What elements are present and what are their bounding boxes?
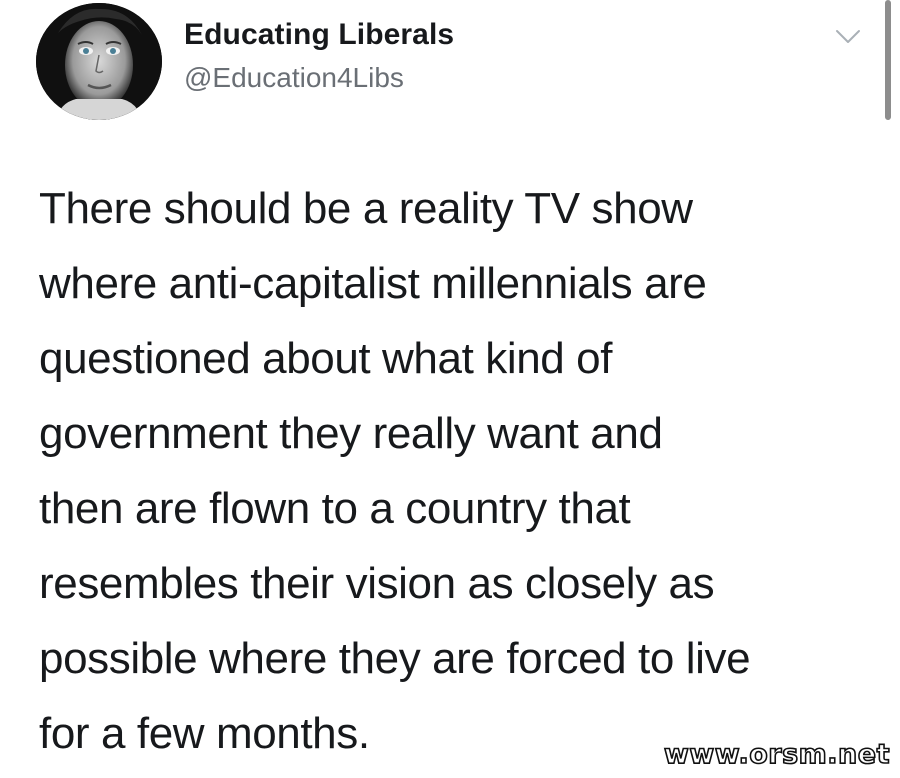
- tweet-text: There should be a reality TV show where …: [39, 171, 839, 771]
- tweet-line: government they really want and: [39, 409, 663, 458]
- tweet-line: then are flown to a country that: [39, 484, 631, 533]
- tweet-header: Educating Liberals @Education4Libs: [36, 2, 876, 122]
- tweet-line: resembles their vision as closely as: [39, 559, 715, 608]
- avatar-image: [36, 3, 162, 120]
- profile-avatar[interactable]: [36, 3, 162, 120]
- scrollbar[interactable]: [885, 0, 891, 120]
- chevron-down-icon[interactable]: [833, 24, 863, 48]
- watermark: www.orsm.net: [663, 738, 890, 771]
- tweet-line: There should be a reality TV show: [39, 184, 693, 233]
- author-display-name[interactable]: Educating Liberals: [184, 18, 454, 52]
- author-handle[interactable]: @Education4Libs: [184, 62, 454, 94]
- tweet-line: questioned about what kind of: [39, 334, 613, 383]
- author-names: Educating Liberals @Education4Libs: [184, 18, 454, 94]
- tweet-line: where anti-capitalist millennials are: [39, 259, 707, 308]
- tweet-line: possible where they are forced to live: [39, 634, 751, 683]
